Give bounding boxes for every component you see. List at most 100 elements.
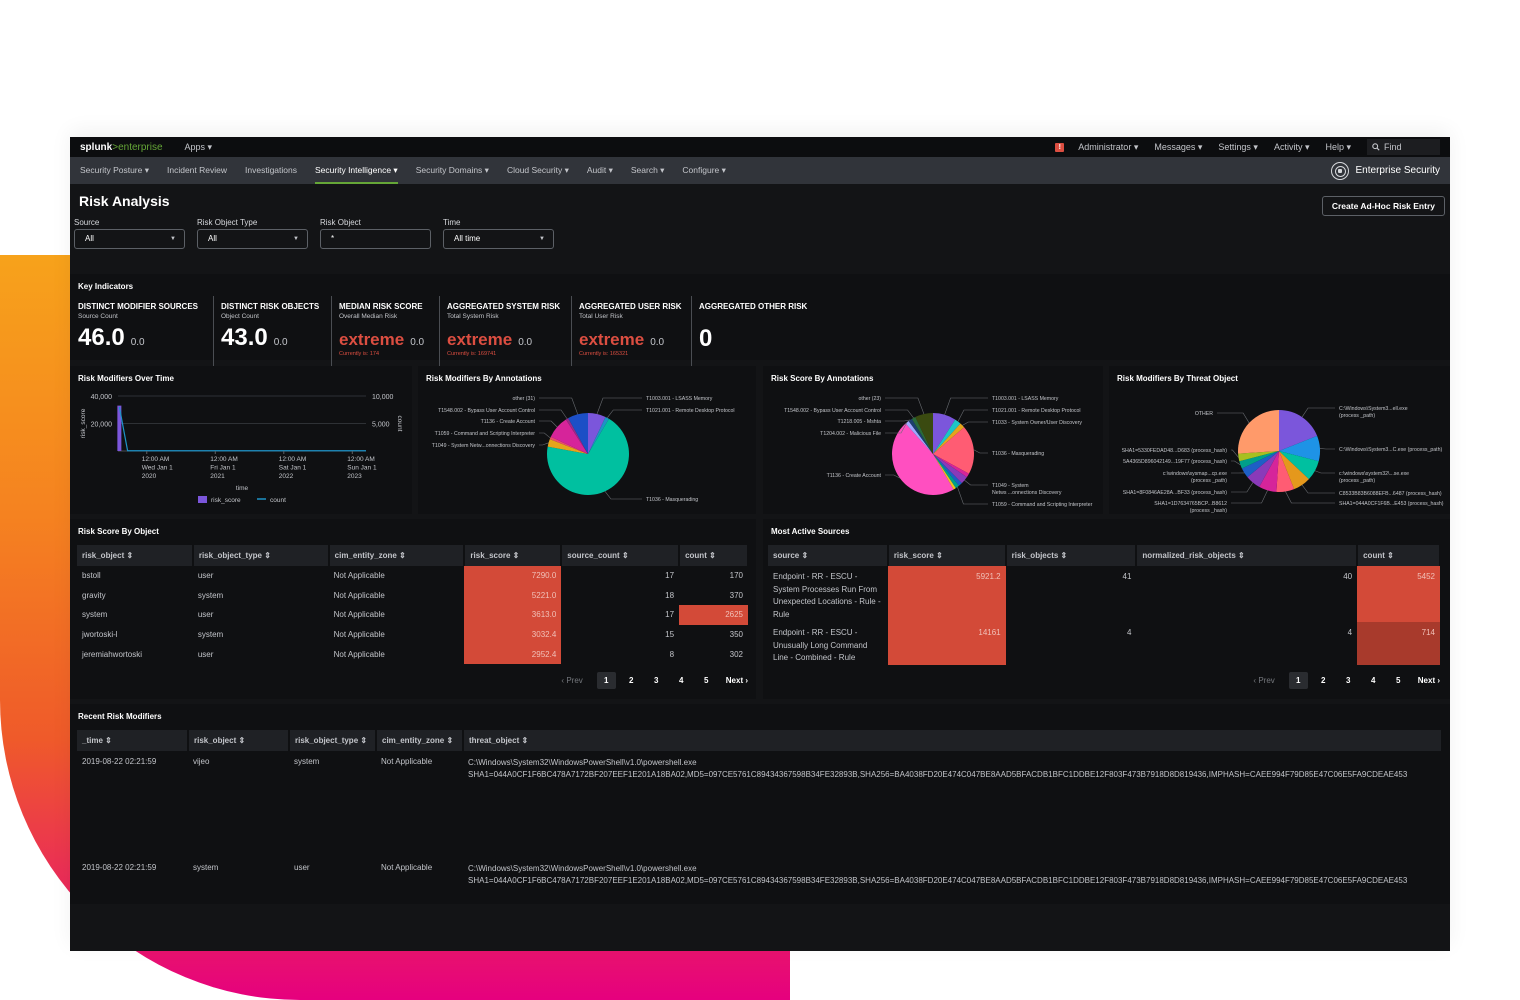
enterprise-security-brand: Enterprise Security bbox=[1330, 157, 1440, 184]
prev-page-button[interactable]: ‹ Prev bbox=[1253, 676, 1274, 685]
apps-menu[interactable]: Apps ▾ bbox=[185, 142, 213, 153]
pie-label: c:\windows\sysmap...cp.exe (process _path… bbox=[1163, 471, 1228, 484]
cell-risk-score: 14161 bbox=[887, 622, 1006, 665]
column-header-risk-object[interactable]: risk_object ⇕ bbox=[188, 730, 290, 751]
risk-modifiers-by-annotations-pie[interactable]: T1003.001 - LSASS Memory T1021.001 - Remo… bbox=[418, 366, 756, 514]
recent-risk-modifiers-table: _time ⇕ risk_object ⇕ risk_object_type ⇕… bbox=[77, 730, 1443, 917]
table-row[interactable]: jeremiahwortoski user Not Applicable 2952.4… bbox=[77, 644, 748, 664]
help-menu[interactable]: Help ▾ bbox=[1325, 142, 1351, 153]
column-header-count[interactable]: count ⇕ bbox=[1357, 545, 1441, 566]
table-row[interactable]: Endpoint - RR - ESCU - Unusually Long Co… bbox=[768, 622, 1440, 665]
column-header-risk-score[interactable]: risk_score ⇕ bbox=[464, 545, 563, 566]
column-header-count[interactable]: count ⇕ bbox=[679, 545, 749, 566]
logo-main: splunk bbox=[80, 141, 113, 153]
cell-risk-object: jeremiahwortoski bbox=[82, 649, 143, 659]
table-row[interactable]: 2019-08-22 02:21:59 vijeo system Not Applic… bbox=[77, 751, 1442, 857]
risk-object-input[interactable]: * bbox=[320, 229, 431, 249]
column-header-risk-object-type[interactable]: risk_object_type ⇕ bbox=[289, 730, 377, 751]
kpi-value: 46.0 bbox=[78, 324, 125, 351]
panel-title: Most Active Sources bbox=[771, 527, 850, 536]
cell-count: 2625 bbox=[679, 605, 748, 625]
pie-leader-line bbox=[957, 409, 988, 422]
column-header-cim-entity-zone[interactable]: cim_entity_zone ⇕ bbox=[328, 545, 466, 566]
table-row[interactable]: bstoll user Not Applicable 7290.0 17 170 bbox=[77, 566, 748, 586]
nav-security-intelligence[interactable]: Security Intelligence ▾ bbox=[315, 157, 398, 184]
kpi-distinct-risk-objects[interactable]: DISTINCT RISK OBJECTS Object Count 43.0 0… bbox=[213, 296, 330, 366]
nav-investigations[interactable]: Investigations bbox=[245, 157, 297, 184]
page-3-button[interactable]: 3 bbox=[647, 672, 666, 689]
kpi-median-risk-score[interactable]: MEDIAN RISK SCORE Overall Median Risk ex… bbox=[331, 296, 439, 366]
column-header-cim-entity-zone[interactable]: cim_entity_zone ⇕ bbox=[376, 730, 464, 751]
next-page-button[interactable]: Next › bbox=[726, 676, 748, 685]
legend-count-label[interactable]: count bbox=[270, 497, 286, 504]
pie-label: OTHER bbox=[1195, 411, 1213, 417]
risk-modifiers-over-time-chart[interactable]: 40,000 10,00020,000 5,000risk_score count12… bbox=[70, 366, 412, 514]
column-header-risk-score[interactable]: risk_score ⇕ bbox=[887, 545, 1007, 566]
column-header-source[interactable]: source ⇕ bbox=[768, 545, 889, 566]
page-4-button[interactable]: 4 bbox=[672, 672, 691, 689]
splunk-logo[interactable]: splunk>enterprise bbox=[80, 142, 163, 153]
cell-source-count: 17 bbox=[665, 571, 675, 581]
cell-cim-entity-zone: Not Applicable bbox=[333, 590, 385, 600]
find-input[interactable]: Find bbox=[1367, 139, 1440, 155]
kpi-aggregated-system-risk[interactable]: AGGREGATED SYSTEM RISK Total System Risk… bbox=[439, 296, 571, 366]
table-row[interactable]: 2019-08-22 02:21:59 system user Not Applica… bbox=[77, 857, 1442, 917]
risk-score-by-annotations-pie[interactable]: T1003.001 - LSASS Memory T1021.001 - Remo… bbox=[763, 366, 1103, 514]
pie-leader-line bbox=[1314, 470, 1335, 474]
nav-audit[interactable]: Audit ▾ bbox=[587, 157, 613, 184]
time-value: All time bbox=[454, 234, 481, 243]
count-line[interactable] bbox=[118, 406, 366, 452]
kpi-aggregated-user-risk[interactable]: AGGREGATED USER RISK Total User Risk ext… bbox=[571, 296, 691, 366]
time-dropdown[interactable]: All time ▼ bbox=[443, 229, 554, 249]
page-3-button[interactable]: 3 bbox=[1339, 672, 1358, 689]
column-header-threat-object[interactable]: threat_object ⇕ bbox=[463, 730, 1443, 751]
column-header-risk-objects[interactable]: risk_objects ⇕ bbox=[1005, 545, 1138, 566]
activity-menu[interactable]: Activity ▾ bbox=[1274, 142, 1310, 153]
risk-modifiers-by-threat-object-pie[interactable]: C:\Windows\System3...ell.exe (process _pa… bbox=[1109, 366, 1450, 514]
page-4-button[interactable]: 4 bbox=[1364, 672, 1383, 689]
kpi-subtitle: Total User Risk bbox=[579, 313, 623, 320]
table-row[interactable]: gravity system Not Applicable 5221.0 18 370 bbox=[77, 585, 748, 606]
pie-leader-line bbox=[973, 449, 988, 454]
prev-page-button[interactable]: ‹ Prev bbox=[561, 676, 582, 685]
create-adhoc-risk-entry-button[interactable]: Create Ad-Hoc Risk Entry bbox=[1321, 196, 1445, 216]
column-header-time[interactable]: _time ⇕ bbox=[77, 730, 189, 751]
page-2-button[interactable]: 2 bbox=[622, 672, 641, 689]
page-1-button[interactable]: 1 bbox=[1288, 672, 1308, 689]
cell-risk-object-type: system bbox=[197, 630, 224, 640]
cell-threat-object: C:\Windows\System32\WindowsPowerShell\v1… bbox=[463, 751, 1442, 857]
risk-object-type-dropdown[interactable]: All ▼ bbox=[197, 229, 308, 249]
column-header-source-count[interactable]: source_count ⇕ bbox=[561, 545, 681, 566]
page-5-button[interactable]: 5 bbox=[1389, 672, 1408, 689]
table-row[interactable]: jwortoski-l system Not Applicable 3032.4 15 3… bbox=[77, 624, 748, 645]
settings-menu[interactable]: Settings ▾ bbox=[1218, 142, 1258, 153]
kpi-aggregated-other-risk[interactable]: AGGREGATED OTHER RISK 0 bbox=[691, 296, 831, 366]
column-header-normalized-risk-objects[interactable]: normalized_risk_objects ⇕ bbox=[1136, 545, 1359, 566]
nav-cloud-security[interactable]: Cloud Security ▾ bbox=[507, 157, 569, 184]
nav-security-posture[interactable]: Security Posture ▾ bbox=[80, 157, 149, 184]
page-2-button[interactable]: 2 bbox=[1314, 672, 1333, 689]
nav-configure[interactable]: Configure ▾ bbox=[682, 157, 725, 184]
column-header-risk-object[interactable]: risk_object ⇕ bbox=[77, 545, 194, 566]
kpi-distinct-modifier-sources[interactable]: DISTINCT MODIFIER SOURCES Source Count 4… bbox=[71, 296, 213, 366]
cell-risk-object: system bbox=[82, 610, 108, 620]
nav-security-domains[interactable]: Security Domains ▾ bbox=[416, 157, 489, 184]
table-row[interactable]: Endpoint - RR - ESCU - System Processes … bbox=[768, 566, 1440, 622]
column-header-risk-object-type[interactable]: risk_object_type ⇕ bbox=[192, 545, 330, 566]
page-1-button[interactable]: 1 bbox=[596, 672, 616, 689]
table-row[interactable]: system user Not Applicable 3613.0 17 2625 bbox=[77, 605, 748, 625]
cell-source-count: 17 bbox=[665, 610, 675, 620]
next-page-button[interactable]: Next › bbox=[1418, 676, 1440, 685]
cell-cim-entity-zone: Not Applicable bbox=[333, 649, 385, 659]
pie-slice[interactable] bbox=[1238, 410, 1279, 454]
page-5-button[interactable]: 5 bbox=[697, 672, 716, 689]
messages-menu[interactable]: Messages ▾ bbox=[1154, 142, 1202, 153]
source-dropdown[interactable]: All ▼ bbox=[74, 229, 185, 249]
nav-incident-review[interactable]: Incident Review bbox=[167, 157, 227, 184]
source-filter-label: Source bbox=[74, 218, 100, 227]
nav-search[interactable]: Search ▾ bbox=[631, 157, 665, 184]
alert-icon[interactable]: ! bbox=[1055, 142, 1065, 152]
administrator-menu[interactable]: Administrator ▾ bbox=[1078, 142, 1138, 153]
legend-risk-score-label[interactable]: risk_score bbox=[211, 497, 241, 504]
y2-axis-label: count bbox=[396, 416, 403, 432]
